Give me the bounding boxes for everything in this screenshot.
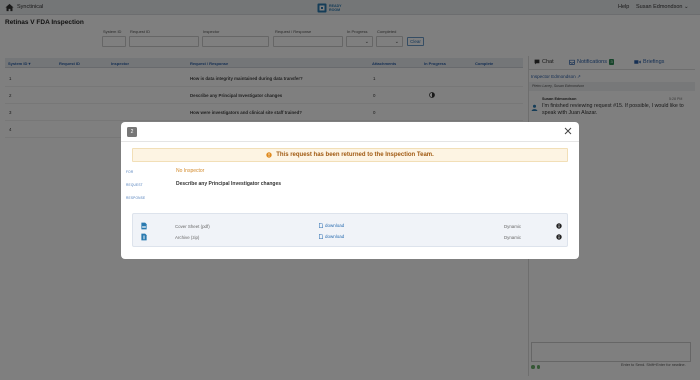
file-zip-icon <box>141 233 147 241</box>
info-icon[interactable] <box>556 234 562 240</box>
request-label: REQUEST <box>126 183 143 187</box>
download-link[interactable]: download <box>319 234 344 239</box>
file-icon <box>319 223 323 228</box>
info-icon[interactable] <box>556 223 562 229</box>
attachment-type: Dynamic <box>504 224 522 229</box>
file-icon <box>319 234 323 239</box>
returned-alert: This request has been returned to the In… <box>132 148 568 162</box>
response-label: RESPONSE <box>126 196 146 200</box>
download-link[interactable]: download <box>319 223 344 228</box>
warning-icon <box>266 152 272 158</box>
request-number-badge: 2 <box>127 127 137 137</box>
for-label: FOR <box>126 170 134 174</box>
modal-header: 2 <box>121 122 579 142</box>
file-pdf-icon <box>141 222 147 230</box>
attachment-name: Archive (zip) <box>175 235 200 240</box>
close-icon[interactable] <box>563 126 573 136</box>
attachment-name: Cover Sheet (pdf) <box>175 224 210 229</box>
attachment-row: Cover Sheet (pdf) download Dynamic <box>133 222 569 232</box>
alert-message: This request has been returned to the In… <box>276 152 434 158</box>
attachments-list: Cover Sheet (pdf) download Dynamic Archi… <box>132 213 568 247</box>
request-detail-modal: 2 This request has been returned to the … <box>121 122 579 259</box>
request-value: Describe any Principal Investigator chan… <box>176 181 282 187</box>
attachment-type: Dynamic <box>504 235 522 240</box>
attachment-row: Archive (zip) download Dynamic <box>133 233 569 243</box>
for-value: No Inspector <box>176 168 205 174</box>
